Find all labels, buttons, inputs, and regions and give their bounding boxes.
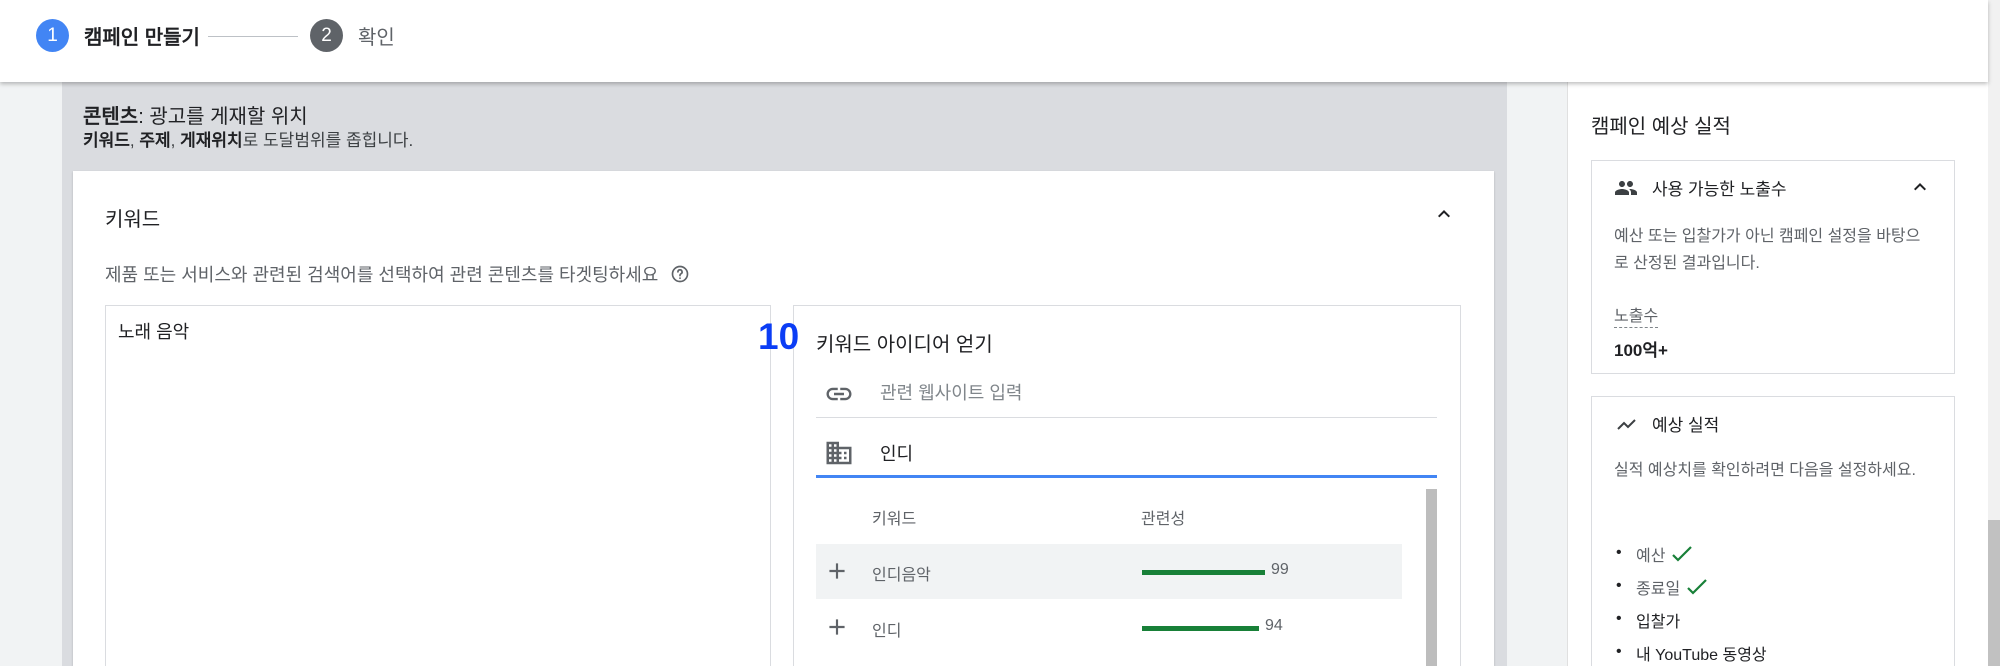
step-connector [208,36,298,37]
keywords-textarea[interactable]: 노래 음악 [105,305,771,666]
row-keyword: 인디 [872,623,902,640]
plus-icon[interactable] [824,558,850,584]
people-icon [1615,180,1637,195]
table-row[interactable]: 인디음악 99 [816,544,1402,599]
ideas-table-header: 키워드 관련성 [816,505,1402,529]
sidebar-title: 캠페인 예상 실적 [1591,116,1731,138]
chevron-up-icon[interactable] [1908,175,1932,199]
plus-icon[interactable] [824,614,850,640]
keywords-card-title: 키워드 [105,209,161,231]
step-create-campaign[interactable]: 1 캠페인 만들기 [36,19,200,52]
business-icon [826,441,852,464]
list-item: 입찰가 [1614,603,1767,636]
product-input[interactable]: 인디 [880,440,1380,466]
list-item: 예산 [1614,537,1767,570]
step-number-1: 1 [36,19,69,52]
check-icon [1687,578,1707,595]
table-row[interactable]: 인디 94 [816,600,1402,655]
list-item: 내 YouTube 동영상 [1614,636,1767,666]
performance-card: 예상 실적 실적 예상치를 확인하려면 다음을 설정하세요. 예산 종료일 입찰… [1591,396,1955,666]
impressions-value: 100억+ [1614,341,1668,360]
link-icon [826,387,852,400]
column-relevance: 관련성 [1141,511,1186,528]
list-item: 종료일 [1614,570,1767,603]
relevance-bar [1142,570,1265,575]
keywords-description-text: 제품 또는 서비스와 관련된 검색어를 선택하여 관련 콘텐츠를 타겟팅하세요 [105,265,659,285]
page-scrollbar-thumb[interactable] [1988,520,2000,666]
step-confirm[interactable]: 2 확인 [310,19,395,52]
ideas-scrollbar[interactable] [1426,489,1437,666]
step-label-create: 캠페인 만들기 [84,27,200,49]
product-field[interactable]: 인디 [816,430,1437,478]
impressions-card-heading: 사용 가능한 노출수 [1652,180,1787,199]
chevron-up-icon[interactable] [1432,202,1456,226]
requirements-list: 예산 종료일 입찰가 내 YouTube 동영상 [1614,537,1767,666]
impressions-note: 예산 또는 입찰가가 아닌 캠페인 설정을 바탕으로 산정된 결과입니다. [1614,228,1921,272]
content-section-subtitle: 키워드, 주제, 게재위치로 도달범위를 좁힙니다. [83,131,414,150]
relevance-value: 94 [1265,617,1283,634]
keyword-ideas-title: 키워드 아이디어 얻기 [816,334,993,356]
step-number-2: 2 [310,19,343,52]
performance-card-heading: 예상 실적 [1652,416,1720,435]
performance-card-header: 예상 실적 [1614,411,1719,436]
trending-up-icon [1617,418,1636,430]
row-keyword: 인디음악 [872,567,931,584]
website-field[interactable] [816,370,1437,418]
help-icon[interactable] [670,264,690,284]
column-keyword: 키워드 [872,511,917,528]
impressions-card: 사용 가능한 노출수 예산 또는 입찰가가 아닌 캠페인 설정을 바탕으로 산정… [1591,160,1955,374]
stepper-header: 1 캠페인 만들기 2 확인 [0,0,1988,82]
check-icon [1672,545,1693,562]
keywords-description: 제품 또는 서비스와 관련된 검색어를 선택하여 관련 콘텐츠를 타겟팅하세요 [105,261,690,287]
relevance-bar [1142,626,1259,631]
step-label-confirm: 확인 [358,27,395,49]
relevance-value: 99 [1271,561,1289,578]
content-section-title: 콘텐츠: 광고를 게재할 위치 [83,106,308,128]
website-input[interactable] [880,383,1380,404]
impressions-label[interactable]: 노출수 [1614,302,1659,328]
impressions-card-header[interactable]: 사용 가능한 노출수 [1614,175,1787,200]
performance-note: 실적 예상치를 확인하려면 다음을 설정하세요. [1614,462,1916,479]
annotation-marker: 10 [758,316,800,357]
